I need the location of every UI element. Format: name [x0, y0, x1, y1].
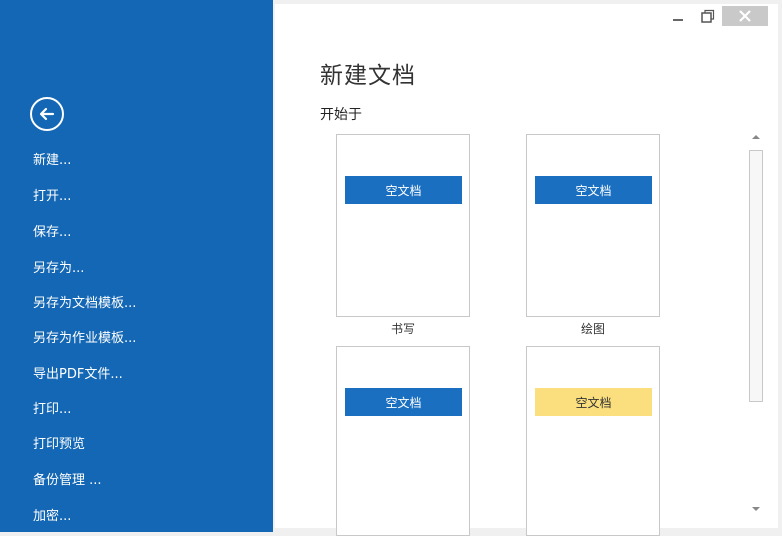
menu-item-backup[interactable]: 备份管理 ...: [33, 473, 102, 489]
template-card-drawing[interactable]: 空文档: [526, 134, 660, 317]
template-blank-bar: 空文档: [535, 176, 652, 204]
main-panel: 新建文档 开始于 空文档 书写 空文档 绘图 空文档 空文档: [275, 4, 778, 536]
menu-item-print[interactable]: 打印...: [33, 402, 71, 418]
restore-icon[interactable]: [697, 8, 717, 26]
scroll-up-icon[interactable]: [750, 132, 762, 142]
arrow-left-circle-icon: [39, 107, 55, 121]
page-title: 新建文档: [320, 63, 416, 89]
menu-item-encrypt[interactable]: 加密...: [33, 509, 71, 525]
template-blank-bar: 空文档: [535, 388, 652, 416]
menu-item-save-as-doc-template[interactable]: 另存为文档模板...: [33, 296, 136, 312]
minimize-icon[interactable]: [668, 8, 688, 26]
template-caption: 书写: [390, 322, 415, 336]
back-button[interactable]: [30, 97, 64, 131]
vertical-scrollbar[interactable]: [748, 130, 764, 518]
template-blank-bar: 空文档: [345, 176, 462, 204]
menu-item-new[interactable]: 新建...: [33, 153, 71, 169]
menu-item-print-preview[interactable]: 打印预览: [33, 437, 85, 453]
template-card-3[interactable]: 空文档: [336, 346, 470, 536]
menu-item-save[interactable]: 保存...: [33, 225, 71, 241]
menu-item-open[interactable]: 打开...: [33, 189, 71, 205]
template-card-4[interactable]: 空文档: [526, 346, 660, 536]
template-caption: 绘图: [580, 322, 605, 336]
scroll-down-icon[interactable]: [750, 504, 762, 514]
scroll-thumb[interactable]: [749, 150, 763, 402]
template-card-writing[interactable]: 空文档: [336, 134, 470, 317]
sidebar: 新建... 打开... 保存... 另存为... 另存为文档模板... 另存为作…: [0, 0, 273, 532]
menu-item-save-as-work-template[interactable]: 另存为作业模板...: [33, 331, 136, 347]
section-subtitle: 开始于: [320, 107, 362, 123]
menu-item-export-pdf[interactable]: 导出PDF文件...: [33, 367, 123, 383]
template-blank-bar: 空文档: [345, 388, 462, 416]
menu-item-save-as[interactable]: 另存为...: [33, 261, 84, 277]
close-icon[interactable]: [722, 6, 768, 26]
